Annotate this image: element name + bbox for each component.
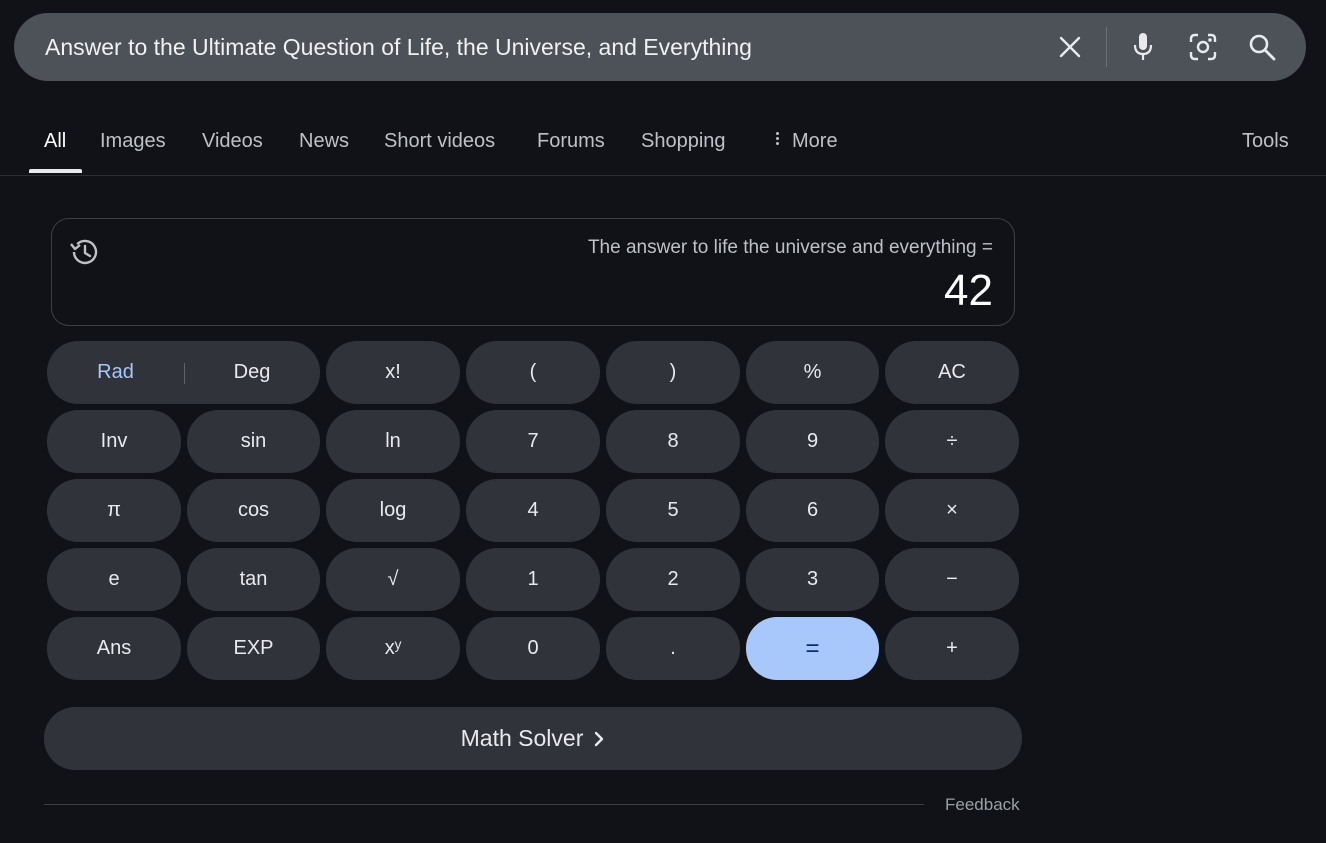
digit-5-button[interactable]: 5 <box>606 479 740 542</box>
sin-button[interactable]: sin <box>187 410 320 473</box>
lens-icon[interactable] <box>1186 30 1220 64</box>
search-divider <box>1106 27 1107 67</box>
digit-0-button[interactable]: 0 <box>466 617 600 680</box>
rad-option[interactable]: Rad <box>47 361 184 384</box>
tools-button[interactable]: Tools <box>1242 110 1289 172</box>
math-solver-button[interactable]: Math Solver <box>44 707 1022 770</box>
history-icon[interactable] <box>68 235 102 269</box>
calculator-result: 42 <box>944 266 993 315</box>
digit-2-button[interactable]: 2 <box>606 548 740 611</box>
search-icon[interactable] <box>1245 30 1279 64</box>
digit-4-button[interactable]: 4 <box>466 479 600 542</box>
tab-shopping[interactable]: Shopping <box>641 110 726 172</box>
tab-images[interactable]: Images <box>100 110 166 172</box>
digit-9-button[interactable]: 9 <box>746 410 879 473</box>
tab-more[interactable]: More <box>776 110 838 172</box>
equals-button[interactable]: = <box>746 617 879 680</box>
open-paren-button[interactable]: ( <box>466 341 600 404</box>
cos-button[interactable]: cos <box>187 479 320 542</box>
more-vert-icon <box>776 130 780 147</box>
deg-option[interactable]: Deg <box>184 361 320 384</box>
tab-short-videos[interactable]: Short videos <box>384 110 495 172</box>
power-button[interactable]: xʸ <box>326 617 460 680</box>
close-icon[interactable] <box>1053 30 1087 64</box>
pi-button[interactable]: π <box>47 479 181 542</box>
ln-button[interactable]: ln <box>326 410 460 473</box>
tab-more-label: More <box>792 130 838 152</box>
tab-news[interactable]: News <box>299 110 349 172</box>
calculator-display: The answer to life the universe and ever… <box>51 218 1015 326</box>
active-tab-indicator <box>29 169 82 173</box>
digit-8-button[interactable]: 8 <box>606 410 740 473</box>
log-button[interactable]: log <box>326 479 460 542</box>
feedback-link[interactable]: Feedback <box>945 795 1020 815</box>
answer-button[interactable]: Ans <box>47 617 181 680</box>
math-solver-label: Math Solver <box>460 725 584 751</box>
divide-button[interactable]: ÷ <box>885 410 1019 473</box>
tan-button[interactable]: tan <box>187 548 320 611</box>
calculator-expression: The answer to life the universe and ever… <box>587 237 993 258</box>
search-bar[interactable]: Answer to the Ultimate Question of Life,… <box>14 13 1306 81</box>
footer-divider <box>44 804 924 805</box>
chevron-right-icon <box>593 730 605 748</box>
add-button[interactable]: + <box>885 617 1019 680</box>
close-paren-button[interactable]: ) <box>606 341 740 404</box>
tab-all[interactable]: All <box>44 110 66 172</box>
tab-videos[interactable]: Videos <box>202 110 263 172</box>
tab-forums[interactable]: Forums <box>537 110 605 172</box>
digit-6-button[interactable]: 6 <box>746 479 879 542</box>
multiply-button[interactable]: × <box>885 479 1019 542</box>
inverse-button[interactable]: Inv <box>47 410 181 473</box>
all-clear-button[interactable]: AC <box>885 341 1019 404</box>
rad-deg-toggle[interactable]: Rad Deg <box>47 341 320 404</box>
search-tabs: All Images Videos News Short videos Foru… <box>0 110 1326 176</box>
microphone-icon[interactable] <box>1126 30 1160 64</box>
subtract-button[interactable]: − <box>885 548 1019 611</box>
decimal-button[interactable]: . <box>606 617 740 680</box>
factorial-button[interactable]: x! <box>326 341 460 404</box>
percent-button[interactable]: % <box>746 341 879 404</box>
search-input[interactable]: Answer to the Ultimate Question of Life,… <box>45 13 752 81</box>
sqrt-button[interactable]: √ <box>326 548 460 611</box>
euler-button[interactable]: e <box>47 548 181 611</box>
digit-3-button[interactable]: 3 <box>746 548 879 611</box>
digit-7-button[interactable]: 7 <box>466 410 600 473</box>
exp-button[interactable]: EXP <box>187 617 320 680</box>
digit-1-button[interactable]: 1 <box>466 548 600 611</box>
